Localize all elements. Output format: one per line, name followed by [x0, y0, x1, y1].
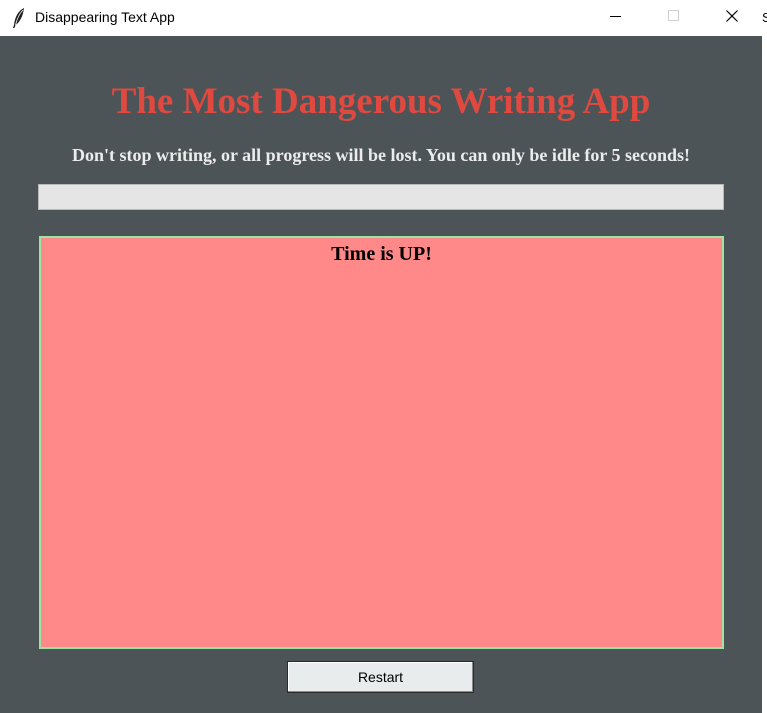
title-bar[interactable]: Disappearing Text App S	[0, 0, 767, 36]
maximize-button	[645, 0, 703, 36]
time-up-message: Time is UP!	[331, 243, 432, 265]
app-subheading: Don't stop writing, or all progress will…	[71, 145, 691, 165]
minimize-button[interactable]	[587, 0, 645, 36]
writing-text-area[interactable]: Time is UP!	[39, 236, 724, 649]
edge-clip-text: S	[762, 10, 767, 25]
minimize-icon	[610, 9, 622, 27]
maximize-icon	[668, 9, 680, 27]
text-entry-field[interactable]	[38, 184, 724, 210]
close-button[interactable]	[703, 0, 761, 36]
app-window: Disappearing Text App S The Most Dangero…	[0, 0, 767, 713]
window-edge	[762, 36, 767, 713]
restart-button[interactable]: Restart	[287, 661, 474, 693]
feather-icon	[11, 7, 27, 29]
close-icon	[726, 9, 738, 27]
app-heading: The Most Dangerous Writing App	[111, 81, 651, 122]
window-title: Disappearing Text App	[35, 9, 175, 25]
